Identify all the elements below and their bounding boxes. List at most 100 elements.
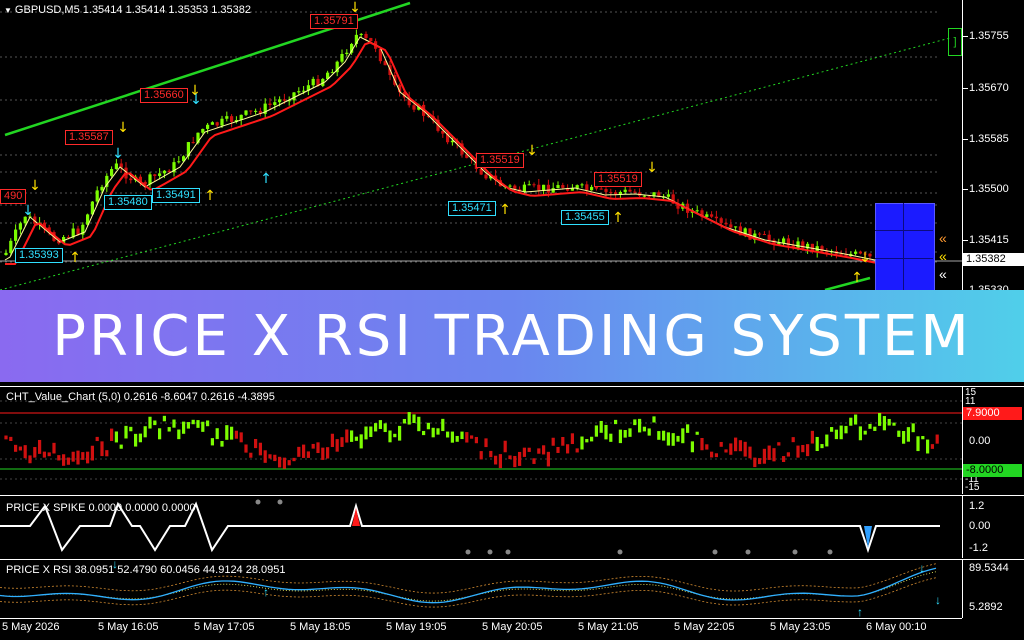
value-bar	[652, 416, 656, 423]
scroll-marker[interactable]: ]	[948, 28, 962, 56]
candle	[76, 228, 80, 235]
axis-tick-mark	[963, 189, 968, 190]
value-bar	[230, 426, 234, 440]
value-bar	[604, 424, 608, 440]
spike-tick: 0.00	[969, 520, 991, 532]
candle	[734, 226, 738, 228]
value-bar	[513, 455, 517, 468]
value-bar	[825, 434, 829, 447]
candle	[153, 174, 157, 176]
candle	[585, 184, 589, 191]
signal-box-divider	[875, 258, 933, 259]
value-bar	[882, 416, 886, 431]
candle	[114, 163, 118, 170]
value-bar	[762, 448, 766, 464]
candle	[268, 103, 272, 105]
candle	[762, 234, 766, 236]
value-bar	[359, 434, 363, 449]
candle	[254, 110, 258, 112]
value-bar	[873, 426, 877, 431]
value-bar	[714, 453, 718, 458]
value-bar	[71, 451, 75, 462]
value-bar	[38, 439, 42, 454]
value-bar	[743, 441, 747, 457]
value-chart-header: CHT_Value_Chart (5,0) 0.2616 -8.6047 0.2…	[6, 391, 275, 403]
value-bar	[282, 457, 286, 469]
value-bar	[834, 429, 838, 440]
candle	[206, 124, 210, 129]
value-bar	[81, 452, 85, 460]
value-bar	[470, 435, 474, 439]
spike-panel[interactable]: PRICE X SPIKE 0.0000 0.0000 0.0000	[0, 496, 962, 558]
candle	[542, 184, 546, 191]
value-bar	[244, 444, 248, 453]
double-chevron-left-icon[interactable]: «	[939, 248, 947, 264]
value-bar	[172, 419, 176, 428]
rsi-line	[0, 577, 937, 608]
spike-dot	[465, 549, 471, 555]
double-chevron-left-icon[interactable]: «	[939, 266, 947, 282]
candle	[594, 186, 598, 189]
value-bar	[412, 414, 416, 424]
candle	[302, 90, 306, 92]
value-bar	[930, 444, 934, 449]
value-bar	[580, 436, 584, 450]
candle	[580, 184, 584, 186]
candle	[767, 234, 771, 241]
value-bar	[820, 444, 824, 449]
candle	[714, 216, 718, 219]
value-bar	[9, 436, 13, 442]
value-bar	[316, 442, 320, 454]
candle	[244, 110, 248, 115]
value-bar	[292, 457, 296, 462]
value-chart-panel[interactable]: CHT_Value_Chart (5,0) 0.2616 -8.6047 0.2…	[0, 387, 962, 494]
value-bar	[148, 416, 152, 429]
value-bar	[772, 448, 776, 462]
candle	[412, 105, 416, 110]
price-candles: ↓↓↓↓↓↓↓↓↓↓↑↓↑↑↑↑↑↑	[0, 0, 962, 290]
value-bar	[710, 451, 714, 458]
value-tick: -15	[965, 482, 980, 493]
value-bar	[561, 436, 565, 446]
time-tick: 5 May 18:05	[290, 621, 351, 633]
value-bar	[268, 454, 272, 459]
value-bar	[868, 423, 872, 429]
price-axis[interactable]: 1.35755 1.35670 1.35585 1.35500 1.35415 …	[962, 0, 1024, 296]
value-bar	[618, 429, 622, 444]
time-axis[interactable]: 5 May 2026 5 May 16:05 5 May 17:05 5 May…	[0, 618, 962, 640]
time-tick: 5 May 23:05	[770, 621, 831, 633]
rsi-header: PRICE X RSI 38.0951 52.4790 60.0456 44.9…	[6, 564, 286, 576]
value-bar	[474, 436, 478, 444]
time-tick: 5 May 17:05	[194, 621, 255, 633]
value-bar	[892, 422, 896, 426]
value-bar	[287, 460, 291, 466]
axis-tick-mark	[963, 240, 968, 241]
value-bar	[239, 432, 243, 443]
candle	[551, 188, 555, 193]
menu-triangle-icon[interactable]: ▼	[4, 6, 12, 15]
time-tick: 5 May 19:05	[386, 621, 447, 633]
spike-dot	[617, 549, 623, 555]
value-bar	[162, 415, 166, 422]
value-bar	[642, 426, 646, 432]
candle	[177, 161, 181, 163]
candle	[695, 210, 699, 212]
double-chevron-left-icon[interactable]: «	[939, 230, 947, 246]
spike-dot	[712, 549, 718, 555]
current-price-tag: 1.35382	[963, 253, 1024, 266]
value-bar	[921, 436, 925, 440]
signal-box-divider	[903, 203, 904, 290]
rsi-panel[interactable]: ↓ ↓ ↑ ↑ ↓ PRICE X RSI 38.0951 52.4790 60.045…	[0, 560, 962, 618]
value-bar	[345, 429, 349, 443]
candle	[614, 192, 618, 195]
value-bar	[796, 445, 800, 458]
value-bar	[431, 427, 435, 438]
price-label: 1.35491	[152, 188, 200, 203]
candle	[345, 52, 349, 54]
value-bar	[398, 425, 402, 441]
value-bar	[695, 431, 699, 435]
value-bar	[844, 425, 848, 434]
value-bar	[311, 443, 315, 449]
value-bar	[522, 447, 526, 457]
main-chart-panel[interactable]: ↓↓↓↓↓↓↓↓↓↓↑↓↑↑↑↑↑↑ ▼GBPUSD,M5 1.35414 1.…	[0, 0, 962, 292]
